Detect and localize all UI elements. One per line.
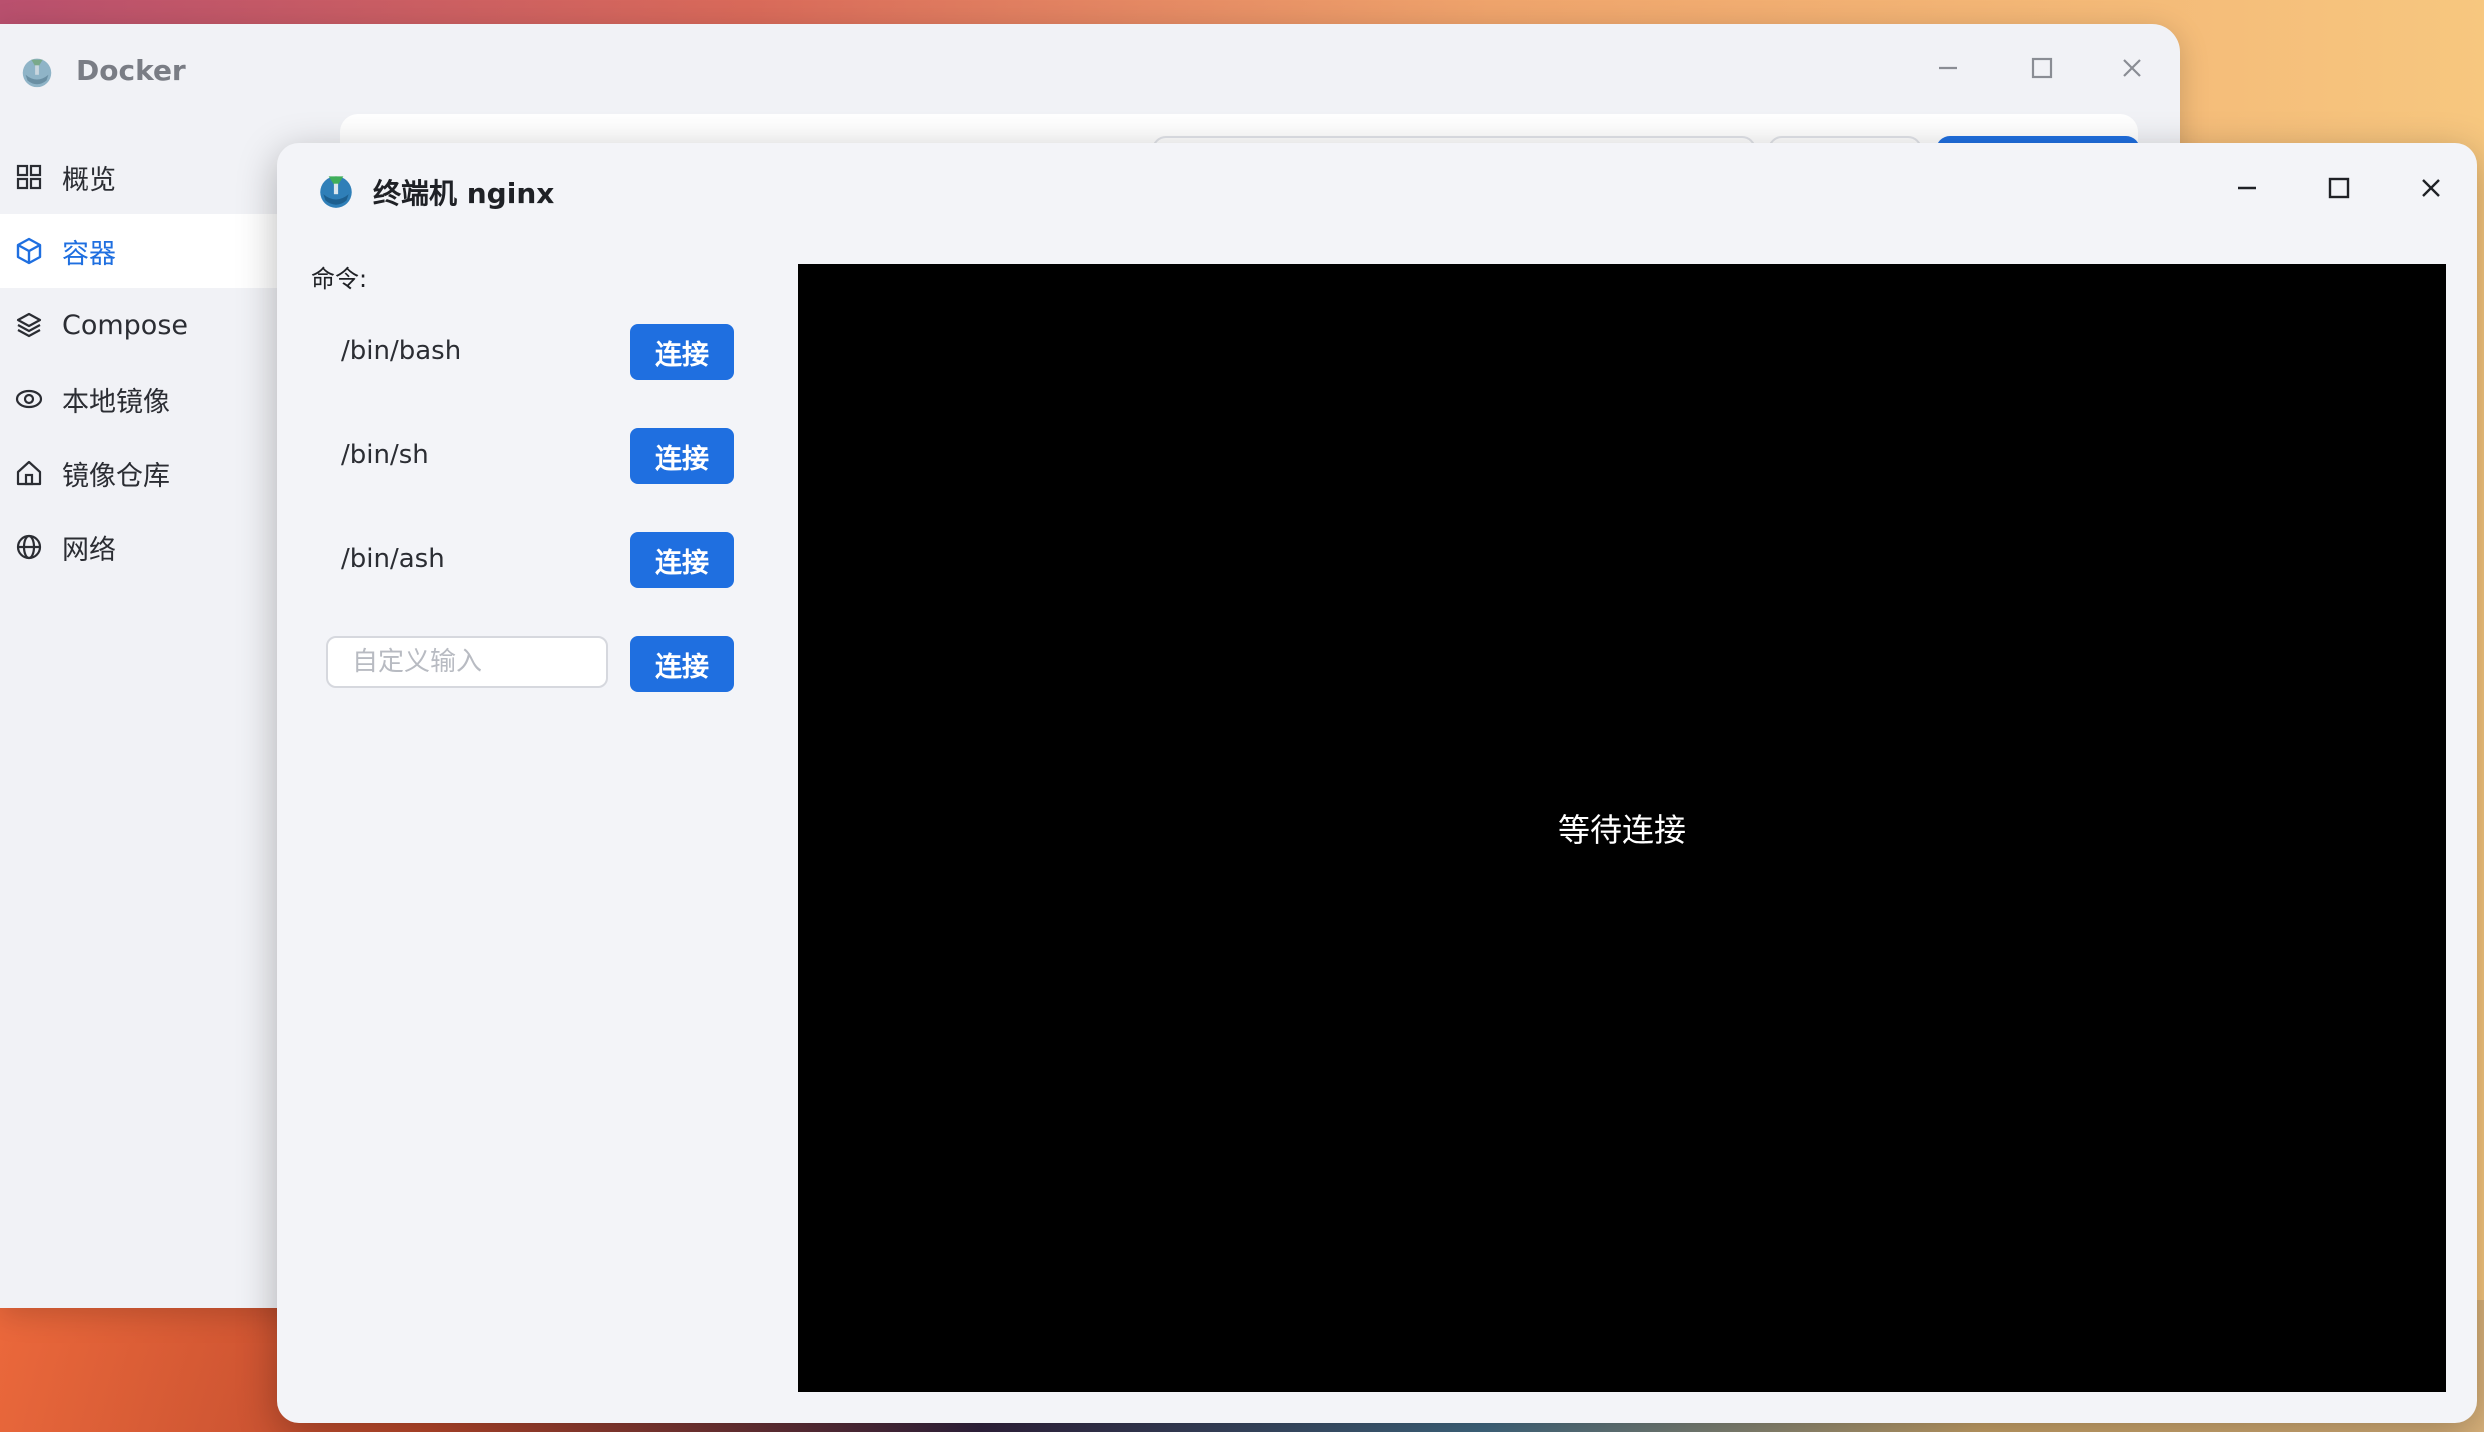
- sidebar-item-local-images[interactable]: 本地镜像: [0, 362, 300, 436]
- sidebar-item-label: 本地镜像: [62, 386, 170, 418]
- command-row-custom: 连接: [277, 636, 757, 692]
- terminal-window-title: 终端机 nginx: [373, 177, 555, 210]
- connect-custom-button[interactable]: 连接: [630, 636, 734, 692]
- main-window-title: Docker: [76, 54, 186, 87]
- command-row-sh: /bin/sh 连接: [277, 428, 757, 484]
- sidebar-item-label: Compose: [62, 309, 189, 341]
- sidebar-item-label: 网络: [62, 534, 116, 566]
- maximize-icon: [2328, 177, 2350, 199]
- sidebar-item-label: 概览: [62, 164, 116, 196]
- connect-sh-button[interactable]: 连接: [630, 428, 734, 484]
- command-text: /bin/ash: [341, 544, 445, 574]
- sidebar-item-label: 容器: [62, 238, 116, 270]
- box-icon: [14, 236, 44, 266]
- minimize-icon: [2238, 186, 2256, 190]
- eye-icon: [14, 384, 44, 414]
- connect-bash-button[interactable]: 连接: [630, 324, 734, 380]
- main-maximize-button[interactable]: [2022, 48, 2062, 88]
- close-icon: [2422, 179, 2440, 197]
- docker-app-logo-icon: [22, 58, 52, 88]
- connect-ash-button[interactable]: 连接: [630, 532, 734, 588]
- command-text: /bin/sh: [341, 440, 429, 470]
- home-icon: [14, 458, 44, 488]
- layers-icon: [14, 310, 44, 340]
- custom-command-input[interactable]: [326, 636, 608, 688]
- globe-icon: [14, 532, 44, 562]
- main-titlebar: Docker: [0, 24, 2180, 114]
- grid-icon: [14, 162, 44, 192]
- sidebar-item-image-registry[interactable]: 镜像仓库: [0, 436, 300, 510]
- main-minimize-button[interactable]: [1928, 48, 1968, 88]
- maximize-icon: [2031, 57, 2053, 79]
- minimize-icon: [1939, 66, 1957, 70]
- terminal-close-button[interactable]: [2409, 166, 2453, 210]
- main-close-button[interactable]: [2112, 48, 2152, 88]
- terminal-window: 终端机 nginx 命令: /bin/bash 连接 /bin/sh 连接 /b…: [277, 143, 2477, 1423]
- sidebar-item-containers[interactable]: 容器: [0, 214, 300, 288]
- terminal-titlebar: 终端机 nginx: [277, 143, 2477, 243]
- sidebar-item-label: 镜像仓库: [62, 460, 170, 492]
- terminal-status-text: 等待连接: [1557, 811, 1686, 849]
- terminal-app-logo-icon: [320, 176, 352, 208]
- terminal-screen[interactable]: 等待连接: [798, 264, 2446, 1392]
- sidebar-item-compose[interactable]: Compose: [0, 288, 300, 362]
- close-icon: [2123, 59, 2141, 77]
- sidebar-item-overview[interactable]: 概览: [0, 140, 300, 214]
- sidebar: 概览 容器 Compose 本地镜像 镜像仓库 网络: [0, 140, 300, 584]
- terminal-minimize-button[interactable]: [2225, 166, 2269, 210]
- command-row-bash: /bin/bash 连接: [277, 324, 757, 380]
- sidebar-item-network[interactable]: 网络: [0, 510, 300, 584]
- terminal-maximize-button[interactable]: [2317, 166, 2361, 210]
- command-text: /bin/bash: [341, 336, 462, 366]
- command-row-ash: /bin/ash 连接: [277, 532, 757, 588]
- command-label: 命令:: [311, 265, 368, 293]
